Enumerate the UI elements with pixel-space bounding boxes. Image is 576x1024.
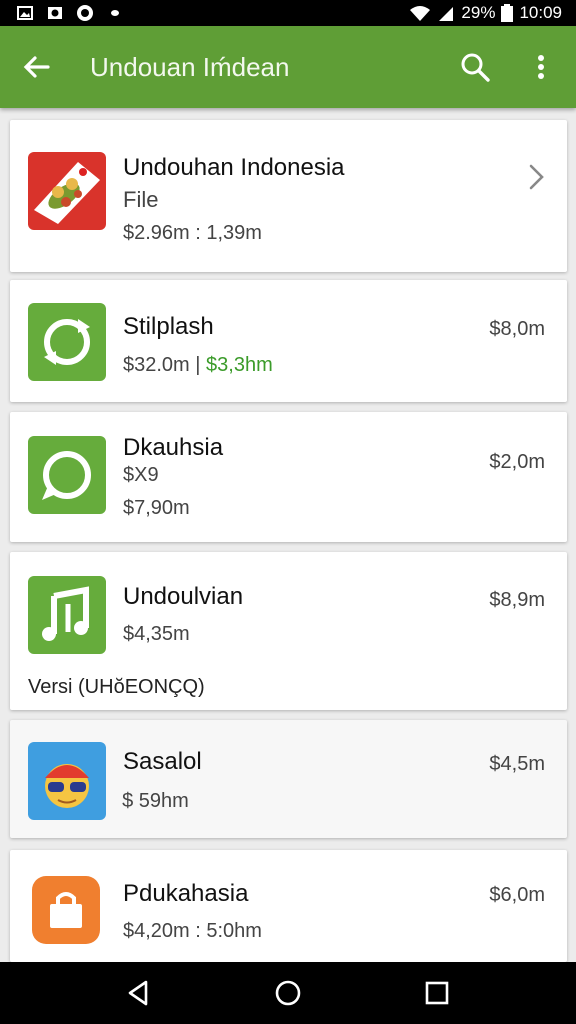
list-item-1[interactable]: Undouhan Indonesia File $2.96m : 1,39m [10,120,567,272]
image-notification-icon [48,7,62,19]
item-price: $2,0m [489,451,545,473]
circle-app-icon [28,436,106,514]
page-title: Undouan Iḿdean [90,52,290,82]
item-detail: $2.96m : 1,39m [123,222,262,244]
list-item-2[interactable]: Stilplash $32.0m | $3,3hm $8,0m [10,280,567,402]
chevron-right-icon[interactable] [523,160,549,194]
gallery-notification-icon [17,6,33,20]
item-price: $8,9m [489,589,545,611]
status-bar: 29% 10:09 [0,0,576,26]
item-name: Undouhan Indonesia [123,154,345,181]
item-name: Pdukahasia [123,880,249,907]
cell-signal-icon [439,7,454,21]
item-detail: $32.0m | $3,3hm [123,354,273,376]
item-name: Undoulvian [123,583,244,610]
list-item-4[interactable]: Undoulvian $4,35m Versi (UHŏEONÇQ) $8,9m [10,552,567,710]
item-price: $4,5m [489,753,545,775]
item-detail: $4,20m : 5:0hm [123,920,262,942]
bag-app-icon [32,876,100,944]
recents-square-icon[interactable] [422,978,452,1008]
list-item-3[interactable]: Dkauhsia $X9 $7,90m $2,0m [10,412,567,542]
food-app-icon [28,152,106,230]
item-subtitle: $X9 [123,464,159,486]
item-detail-green: $3,3hm [206,354,273,376]
item-detail: $4,35m [123,623,190,645]
battery-icon [501,4,514,22]
music-app-icon [28,576,106,654]
item-price: $6,0m [489,884,545,906]
search-icon[interactable] [458,50,492,84]
item-price: $8,0m [489,318,545,340]
list-item-5[interactable]: Sasalol $$ 59hm $4,5m [10,720,567,838]
wifi-icon [410,6,431,21]
item-name: Dkauhsia [123,434,224,461]
item-version: Versi (UHŏEONÇQ) [28,676,205,698]
back-arrow-icon[interactable] [20,50,54,84]
more-vert-icon[interactable] [524,50,558,84]
home-circle-icon[interactable] [273,978,303,1008]
item-detail: $7,90m [123,497,190,519]
back-triangle-icon[interactable] [124,978,154,1008]
item-detail: $$ 59hm [120,790,189,813]
item-name: Stilplash [123,313,214,340]
list-item-6[interactable]: Pdukahasia $4,20m : 5:0hm $6,0m [10,850,567,962]
refresh-app-icon [28,303,106,381]
app-bar: Undouan Iḿdean [0,26,576,108]
face-app-icon [28,742,106,820]
battery-percent: 29% [461,3,496,22]
dot-notification-icon [111,10,119,16]
system-nav-bar [0,962,576,1024]
item-name: Sasalol [123,748,202,775]
clock: 10:09 [519,3,562,22]
sync-notification-icon [77,5,93,21]
item-subtitle: File [123,187,159,212]
